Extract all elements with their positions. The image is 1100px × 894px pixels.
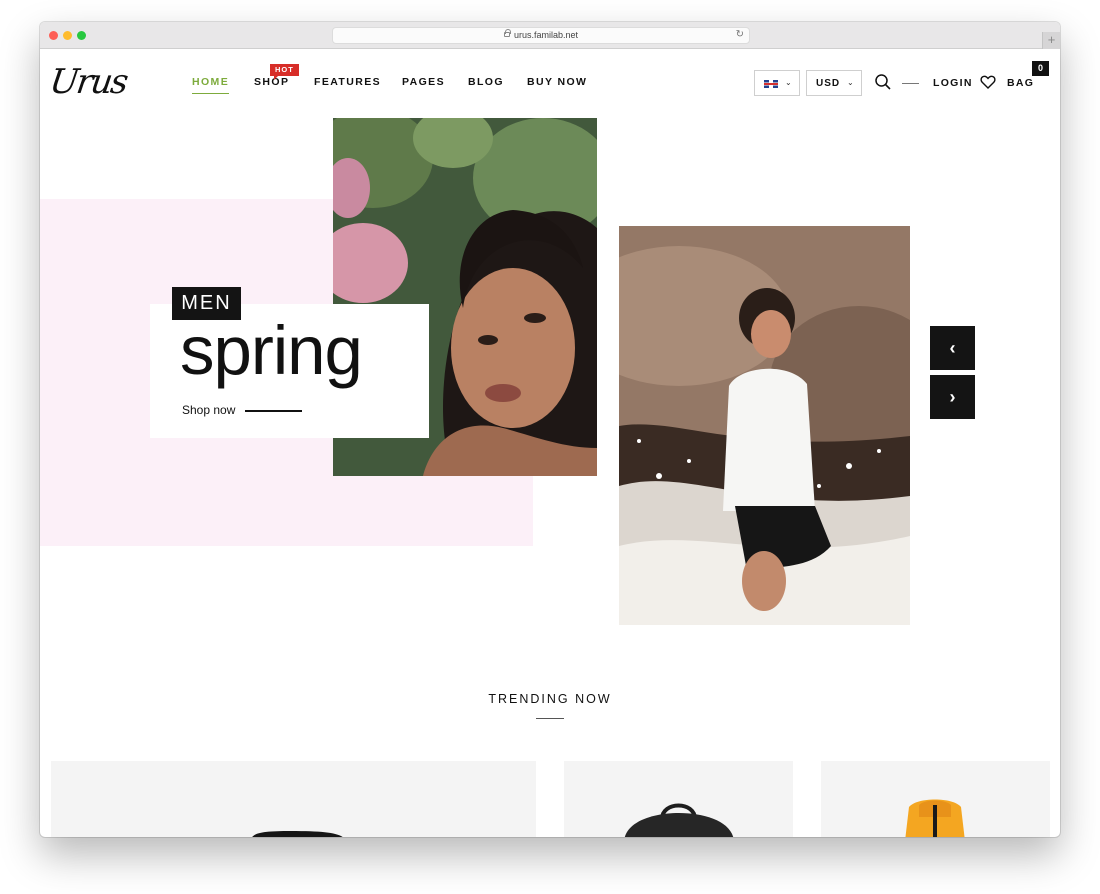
uk-flag-icon	[764, 80, 778, 88]
trending-divider	[536, 718, 564, 719]
url-text: urus.familab.net	[514, 30, 579, 40]
product-image	[905, 799, 965, 837]
header-divider	[902, 83, 919, 84]
product-card-backpack[interactable]	[564, 761, 793, 837]
search-icon[interactable]	[874, 73, 892, 91]
nav-pages[interactable]: PAGES	[402, 76, 445, 88]
product-card-bag[interactable]	[51, 761, 536, 837]
login-link[interactable]: LOGIN	[933, 77, 973, 89]
nav-home[interactable]: HOME	[192, 76, 230, 94]
hero-photo-woman-water[interactable]	[619, 226, 910, 625]
browser-window: urus.familab.net ↻ + Urus HOME SHOP HOT …	[40, 22, 1060, 837]
shop-now-underline	[245, 410, 302, 412]
maximize-window-icon[interactable]	[77, 31, 86, 40]
slider-prev-button[interactable]: ‹	[930, 326, 975, 370]
hot-badge: HOT	[270, 64, 299, 80]
product-image	[625, 803, 733, 837]
trending-title: TRENDING NOW	[488, 692, 612, 706]
browser-toolbar: urus.familab.net ↻ +	[40, 22, 1060, 49]
currency-value: USD	[816, 78, 841, 89]
reload-icon[interactable]: ↻	[736, 29, 744, 40]
new-tab-icon[interactable]: +	[1042, 32, 1060, 49]
slider-next-button[interactable]: ›	[930, 375, 975, 419]
nav-features[interactable]: FEATURES	[314, 76, 381, 88]
currency-select[interactable]: USD ⌄	[806, 70, 862, 96]
hero-headline: spring	[180, 312, 363, 389]
address-bar[interactable]: urus.familab.net ↻	[332, 27, 750, 44]
product-card-jacket[interactable]	[821, 761, 1050, 837]
nav-buy-now[interactable]: BUY NOW	[527, 76, 587, 88]
close-window-icon[interactable]	[49, 31, 58, 40]
product-image	[252, 831, 343, 837]
minimize-window-icon[interactable]	[63, 31, 72, 40]
bag-link[interactable]: BAG	[1007, 77, 1034, 89]
site-logo[interactable]: Urus	[47, 62, 129, 102]
shop-now-link[interactable]: Shop now	[182, 403, 235, 417]
language-select[interactable]: ⌄	[754, 70, 800, 96]
nav-shop[interactable]: SHOP	[254, 76, 289, 88]
heart-icon[interactable]	[980, 74, 996, 90]
bag-count-badge: 0	[1032, 61, 1049, 76]
nav-blog[interactable]: BLOG	[468, 76, 504, 88]
chevron-down-icon: ⌄	[785, 78, 792, 87]
lock-icon	[504, 29, 511, 37]
chevron-down-icon: ⌄	[847, 78, 854, 87]
